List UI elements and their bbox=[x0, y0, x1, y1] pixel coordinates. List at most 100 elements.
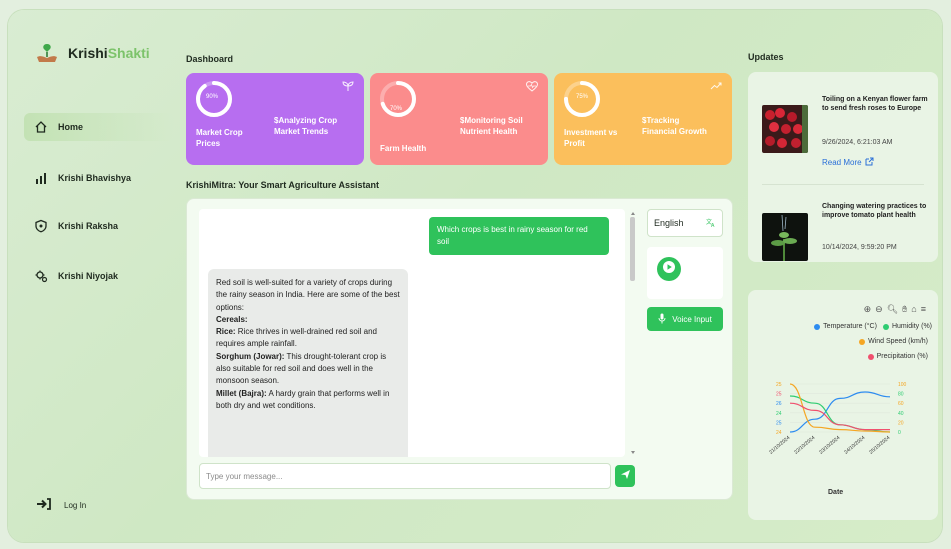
left-tick-label: 25 bbox=[776, 382, 782, 388]
right-tick-label: 40 bbox=[898, 411, 904, 417]
plant-hand-logo-icon bbox=[34, 40, 60, 66]
weather-line-chart[interactable]: 25 25 26 24 25 24 100 80 60 40 20 0 21/10/2024 22/10/… bbox=[748, 376, 938, 496]
brand-name-prefix: Krishi bbox=[68, 45, 108, 61]
news-image-roses bbox=[762, 105, 808, 153]
brand-name-suffix: Shakti bbox=[107, 45, 150, 61]
chat-scrollbar[interactable] bbox=[629, 211, 637, 455]
legend-label: Humidity (%) bbox=[891, 323, 932, 330]
news-item[interactable]: Changing watering practices to improve t… bbox=[762, 203, 932, 261]
shield-icon bbox=[24, 219, 58, 233]
card-title: $Monitoring Soil Nutrient Health bbox=[460, 115, 523, 137]
progress-percent: 90% bbox=[206, 94, 219, 100]
news-headline: Changing watering practices to improve t… bbox=[822, 203, 927, 219]
bot-item-name: Rice: bbox=[216, 327, 236, 337]
zoom-in-icon[interactable]: ⊕ bbox=[864, 304, 872, 315]
card-label: Farm Health bbox=[380, 143, 426, 154]
legend-dot bbox=[859, 338, 866, 345]
language-select[interactable]: English 文A bbox=[647, 209, 723, 237]
card-label-line1: Market Crop bbox=[196, 128, 243, 137]
card-title: $Tracking Financial Growth bbox=[642, 115, 707, 137]
play-button[interactable] bbox=[657, 257, 681, 281]
sidebar-item-label: Krishi Bhavishya bbox=[58, 173, 132, 183]
chat-panel: Which crops is best in rainy season for … bbox=[186, 198, 733, 500]
login-label: Log In bbox=[64, 500, 87, 510]
send-button[interactable] bbox=[615, 465, 635, 487]
right-tick-label: 60 bbox=[898, 401, 904, 407]
send-icon bbox=[620, 467, 631, 485]
bot-item-name: Millet (Bajra): bbox=[216, 388, 267, 398]
stat-card-investment-profit[interactable]: 75% $Tracking Financial Growth Investment… bbox=[554, 73, 732, 165]
sidebar-item-krishi-raksha[interactable]: Krishi Raksha bbox=[24, 212, 174, 240]
bot-item-text: Rice thrives in well-drained red soil an… bbox=[216, 327, 377, 349]
left-tick-label: 26 bbox=[776, 401, 782, 407]
card-title-line2: Market Trends bbox=[274, 127, 329, 136]
card-title-line1: $Monitoring Soil bbox=[460, 116, 523, 125]
login-link[interactable]: Log In bbox=[36, 498, 86, 512]
news-item[interactable]: Toiling on a Kenyan flower farm to send … bbox=[762, 96, 932, 172]
series-line bbox=[789, 402, 890, 431]
user-message: Which crops is best in rainy season for … bbox=[429, 217, 609, 255]
read-more-link[interactable]: Read More bbox=[822, 157, 874, 168]
x-axis-label: Date bbox=[828, 489, 844, 496]
reset-home-icon[interactable]: ⌂ bbox=[911, 304, 916, 315]
bot-heading: Cereals: bbox=[216, 314, 248, 324]
card-label-line2: Prices bbox=[196, 139, 221, 148]
left-tick-label: 24 bbox=[776, 411, 782, 417]
x-tick-label: 24/10/2024 bbox=[843, 435, 866, 456]
x-tick-label: 21/10/2024 bbox=[768, 435, 791, 456]
sidebar-item-krishi-bhavishya[interactable]: Krishi Bhavishya bbox=[24, 164, 174, 192]
left-tick-label: 24 bbox=[776, 430, 782, 436]
bar-chart-icon bbox=[24, 171, 58, 185]
news-image-tomato-plant bbox=[762, 213, 808, 261]
magnify-icon[interactable]: 🔍︎ bbox=[887, 304, 898, 315]
right-tick-label: 20 bbox=[898, 420, 904, 426]
news-divider bbox=[762, 184, 924, 185]
sprout-icon bbox=[342, 81, 354, 94]
progress-ring bbox=[380, 81, 416, 117]
sidebar-item-krishi-niyojak[interactable]: Krishi Niyojak bbox=[24, 262, 174, 290]
sidebar-item-label: Krishi Raksha bbox=[58, 221, 119, 231]
x-tick-label: 23/10/2024 bbox=[818, 435, 841, 456]
bot-intro: Red soil is well-suited for a variety of… bbox=[216, 278, 400, 312]
left-tick-label: 25 bbox=[776, 392, 782, 398]
news-time: 9/26/2024, 6:21:03 AM bbox=[822, 139, 893, 146]
zoom-out-icon[interactable]: ⊖ bbox=[875, 304, 883, 315]
card-label-line1: Investment vs bbox=[564, 128, 618, 137]
trend-up-icon bbox=[710, 81, 722, 94]
pan-hand-icon[interactable]: ✋︎ bbox=[902, 304, 907, 315]
brand-logo[interactable]: KrishiShakti bbox=[34, 40, 150, 66]
legend-label: Temperature (°C) bbox=[823, 323, 877, 330]
news-time: 10/14/2024, 9:59:20 PM bbox=[822, 244, 897, 251]
x-tick-label: 22/10/2024 bbox=[793, 435, 816, 456]
read-more-label: Read More bbox=[822, 158, 862, 167]
stat-card-market-prices[interactable]: 90% $Analyzing Crop Market Trends Market … bbox=[186, 73, 364, 165]
legend-dot bbox=[867, 353, 874, 360]
progress-percent: 70% bbox=[390, 106, 403, 112]
card-label-line1: Farm Health bbox=[380, 144, 427, 153]
home-icon bbox=[24, 120, 58, 134]
sidebar-item-label: Krishi Niyojak bbox=[58, 271, 119, 281]
sidebar-item-label: Home bbox=[58, 122, 84, 132]
card-title-line1: $Analyzing Crop bbox=[274, 116, 338, 125]
message-input[interactable] bbox=[199, 463, 611, 489]
card-label-line2: Profit bbox=[564, 139, 585, 148]
microphone-icon bbox=[658, 313, 666, 326]
bot-item-name: Sorghum (Jowar): bbox=[216, 351, 285, 361]
chart-toolbar: ⊕ ⊖ 🔍︎ ✋︎ ⌂ ≡ bbox=[864, 304, 926, 315]
chat-messages[interactable]: Which crops is best in rainy season for … bbox=[199, 209, 625, 457]
card-title-line2: Financial Growth bbox=[642, 127, 707, 136]
stat-card-farm-health[interactable]: 70% $Monitoring Soil Nutrient Health Farm… bbox=[370, 73, 548, 165]
assistant-title: KrishiMitra: Your Smart Agriculture Assi… bbox=[186, 180, 380, 190]
scrollbar-thumb[interactable] bbox=[630, 217, 635, 281]
voice-input-button[interactable]: Voice Input bbox=[647, 307, 723, 331]
updates-title: Updates bbox=[748, 52, 784, 62]
sidebar-item-home[interactable]: Home bbox=[24, 113, 174, 141]
translate-icon: 文A bbox=[706, 217, 716, 229]
bot-message: Red soil is well-suited for a variety of… bbox=[208, 269, 408, 457]
legend-label: Wind Speed (km/h) bbox=[868, 338, 928, 345]
dashboard-title: Dashboard bbox=[186, 54, 234, 64]
menu-icon[interactable]: ≡ bbox=[921, 304, 926, 315]
voice-input-label: Voice Input bbox=[672, 314, 712, 324]
card-label: Market Crop Prices bbox=[196, 127, 243, 149]
right-tick-label: 100 bbox=[898, 382, 907, 388]
